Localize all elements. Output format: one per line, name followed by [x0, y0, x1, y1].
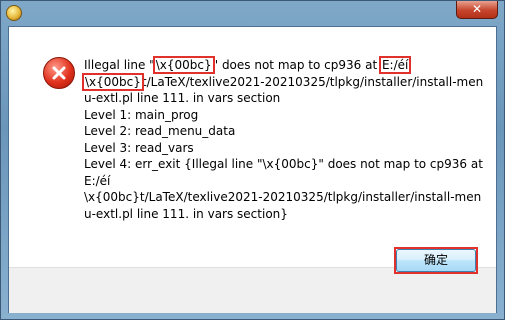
message-text: u-extl.pl line 111. in vars section [84, 91, 281, 105]
message-line: \x{00bc}t/LaTeX/texlive2021-20210325/tlp… [84, 189, 484, 206]
message-line: E:/éí [84, 173, 484, 190]
message-line: Illegal line "\x{00bc}" does not map to … [84, 56, 484, 74]
message-line: \x{00bc}t/LaTeX/texlive2021-20210325/tlp… [82, 72, 484, 91]
message-text: \x{00bc}t/LaTeX/texlive2021-20210325/tlp… [84, 190, 482, 204]
error-dialog-window: ✕ Illegal line "\x{00bc}" does not map t… [0, 0, 505, 320]
message-text: E:/éí [84, 173, 111, 188]
message-text: Level 4: err_exit {Illegal line "\x{00bc… [84, 157, 483, 171]
ok-button[interactable]: 确定 [396, 249, 476, 272]
title-bar[interactable]: ✕ [1, 1, 504, 25]
message-text: Level 1: main_prog [84, 107, 199, 122]
message-text: Level 2: read_menu_data [84, 124, 236, 138]
highlighted-text: E:/éí [378, 56, 412, 74]
message-line: Level 2: read_menu_data [84, 123, 484, 140]
error-icon [43, 57, 75, 89]
message-line: Level 1: main_prog [84, 107, 484, 124]
message-text: Illegal line " [84, 58, 155, 72]
close-button[interactable]: ✕ [456, 1, 498, 19]
message-text: Level 3: read_vars [84, 140, 194, 155]
close-icon: ✕ [471, 2, 483, 16]
highlighted-text: \x{00bc} [152, 56, 215, 74]
message-text: " does not map to cp936 at [212, 58, 381, 72]
message-text: u-extl.pl line 111. in vars section} [84, 206, 288, 221]
highlighted-text: \x{00bc} [82, 72, 144, 91]
message-text: t/LaTeX/texlive2021-20210325/tlpkg/insta… [141, 74, 484, 89]
message-line: u-extl.pl line 111. in vars section} [84, 206, 484, 223]
message-line: Level 4: err_exit {Illegal line "\x{00bc… [84, 156, 484, 173]
app-icon [6, 5, 22, 21]
error-message: Illegal line "\x{00bc}" does not map to … [82, 56, 484, 223]
message-line: Level 3: read_vars [84, 140, 484, 157]
message-line: u-extl.pl line 111. in vars section [84, 90, 484, 107]
